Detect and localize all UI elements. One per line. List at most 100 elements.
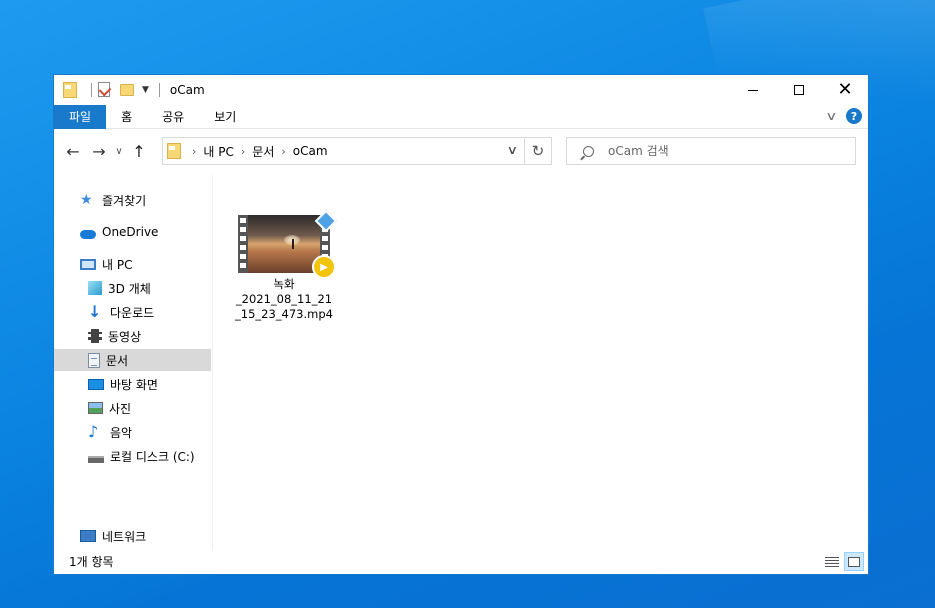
sidebar-item-label: 음악 <box>110 425 133 440</box>
sidebar-item-label: 사진 <box>109 401 132 416</box>
search-icon <box>583 145 594 157</box>
sidebar-item-pictures[interactable]: 사진 <box>88 397 210 419</box>
forward-button[interactable]: → <box>86 138 112 164</box>
file-item[interactable]: ▶ 녹화 _2021_08_11_21 _15_23_473.mp4 <box>232 209 338 322</box>
document-icon <box>88 352 100 368</box>
maximize-icon <box>794 85 804 95</box>
drive-icon <box>88 455 104 463</box>
download-arrow-icon: ↓ <box>88 302 102 321</box>
file-name-line: _2021_08_11_21 <box>235 292 333 306</box>
close-icon: ✕ <box>837 79 853 100</box>
sidebar-item-quick-access[interactable]: ★ 즐겨찾기 <box>80 189 210 211</box>
toolbar-divider <box>158 83 160 97</box>
sidebar-item-local-disk[interactable]: 로컬 디스크 (C:) <box>88 445 210 467</box>
address-bar[interactable]: › 내 PC › 문서 › oCam ∨ <box>162 137 552 165</box>
navigation-pane[interactable]: ★ 즐겨찾기 OneDrive 내 PC 3D 개체 ↓ 다운로드 동영상 문서 <box>54 175 213 551</box>
up-button[interactable]: ↑ <box>126 138 152 164</box>
sidebar-item-3d-objects[interactable]: 3D 개체 <box>88 277 210 299</box>
breadcrumb-separator[interactable]: › <box>241 145 245 158</box>
breadcrumb-ocam[interactable]: oCam <box>293 144 328 158</box>
details-view-icon <box>825 556 839 567</box>
tab-share[interactable]: 공유 <box>147 105 199 129</box>
chevron-down-icon: ∨ <box>115 145 123 157</box>
details-view-button[interactable] <box>822 552 842 571</box>
play-icon: ▶ <box>312 255 336 279</box>
film-icon <box>88 329 102 343</box>
file-name-line: _15_23_473.mp4 <box>235 307 333 321</box>
sidebar-item-label: 바탕 화면 <box>110 377 158 392</box>
arrow-left-icon: ← <box>66 141 80 161</box>
cube-icon <box>88 281 102 295</box>
music-note-icon: ♪ <box>88 422 99 441</box>
tab-file[interactable]: 파일 <box>54 104 107 129</box>
close-button[interactable]: ✕ <box>822 75 868 105</box>
folder-window-icon <box>63 82 79 98</box>
picture-icon <box>88 402 103 414</box>
properties-icon[interactable] <box>98 82 114 98</box>
back-button[interactable]: ← <box>60 138 86 164</box>
toolbar-divider <box>91 83 92 97</box>
ribbon-tabs: 파일 홈 공유 보기 ∨ ? <box>54 104 868 129</box>
sidebar-item-videos[interactable]: 동영상 <box>88 325 210 347</box>
maximize-button[interactable] <box>776 75 822 105</box>
sidebar-item-label: 네트워크 <box>102 529 147 544</box>
star-icon: ★ <box>80 192 93 208</box>
sidebar-item-this-pc[interactable]: 내 PC <box>80 253 210 275</box>
breadcrumb-documents[interactable]: 문서 <box>252 143 274 160</box>
address-history-icon[interactable]: ∨ <box>507 143 518 157</box>
quick-access-toolbar: ▼ oCam <box>54 75 205 105</box>
arrow-up-icon: ↑ <box>132 141 146 161</box>
sidebar-item-label: 로컬 디스크 (C:) <box>110 449 195 464</box>
file-name-line: 녹화 <box>273 277 295 291</box>
refresh-button[interactable]: ↻ <box>524 137 552 165</box>
breadcrumb-this-pc[interactable]: 내 PC <box>203 143 233 160</box>
sidebar-item-desktop[interactable]: 바탕 화면 <box>88 373 210 395</box>
tab-view[interactable]: 보기 <box>199 105 251 129</box>
tab-home[interactable]: 홈 <box>106 105 147 129</box>
window-controls: ✕ <box>730 75 868 105</box>
file-list[interactable]: ▶ 녹화 _2021_08_11_21 _15_23_473.mp4 <box>214 175 868 551</box>
view-switcher <box>820 552 864 571</box>
navigation-bar: ← → ∨ ↑ › 내 PC › 문서 › oCam ∨ ↻ <box>54 135 868 167</box>
sidebar-item-label: 문서 <box>106 353 129 368</box>
refresh-icon: ↻ <box>531 142 545 160</box>
sidebar-item-label: OneDrive <box>102 225 159 239</box>
sidebar-item-label: 다운로드 <box>110 305 155 320</box>
sidebar-item-network[interactable]: 네트워크 <box>80 525 210 547</box>
status-bar: 1개 항목 <box>54 549 868 574</box>
item-count: 1개 항목 <box>69 555 114 569</box>
sidebar-item-label: 동영상 <box>108 329 142 344</box>
new-folder-icon[interactable] <box>120 82 136 98</box>
large-icons-view-icon <box>848 556 860 567</box>
computer-icon <box>80 259 96 270</box>
help-icon[interactable]: ? <box>846 108 862 124</box>
search-box[interactable] <box>566 137 856 165</box>
breadcrumb-separator[interactable]: › <box>192 145 196 158</box>
large-icons-view-button[interactable] <box>844 552 864 571</box>
file-explorer-window: ▼ oCam ✕ 파일 홈 공유 보기 ∨ ? ← → ∨ ↑ › 내 PC › <box>53 74 869 575</box>
sidebar-item-label: 내 PC <box>102 257 133 272</box>
folder-location-icon <box>167 143 183 159</box>
sidebar-item-music[interactable]: ♪ 음악 <box>88 421 210 443</box>
sidebar-item-onedrive[interactable]: OneDrive <box>80 221 210 243</box>
arrow-right-icon: → <box>92 141 106 161</box>
title-bar: ▼ oCam ✕ <box>54 75 868 105</box>
sidebar-item-label: 3D 개체 <box>108 281 151 296</box>
minimize-icon <box>748 89 758 91</box>
window-title: oCam <box>169 83 205 97</box>
network-icon <box>80 530 96 542</box>
breadcrumb-separator[interactable]: › <box>281 145 285 158</box>
cloud-icon <box>80 230 96 239</box>
expand-ribbon-icon[interactable]: ∨ <box>825 109 837 123</box>
desktop-icon <box>88 378 104 390</box>
customize-toolbar-icon[interactable]: ▼ <box>142 85 149 95</box>
ribbon-right: ∨ ? <box>825 108 862 124</box>
search-input[interactable] <box>608 144 828 158</box>
minimize-button[interactable] <box>730 75 776 105</box>
sidebar-item-label: 즐겨찾기 <box>102 193 147 208</box>
file-name: 녹화 _2021_08_11_21 _15_23_473.mp4 <box>232 277 336 322</box>
video-thumbnail: ▶ <box>238 209 338 279</box>
recent-locations-button[interactable]: ∨ <box>112 138 126 164</box>
sidebar-item-documents[interactable]: 문서 <box>54 349 211 371</box>
sidebar-item-downloads[interactable]: ↓ 다운로드 <box>88 301 210 323</box>
